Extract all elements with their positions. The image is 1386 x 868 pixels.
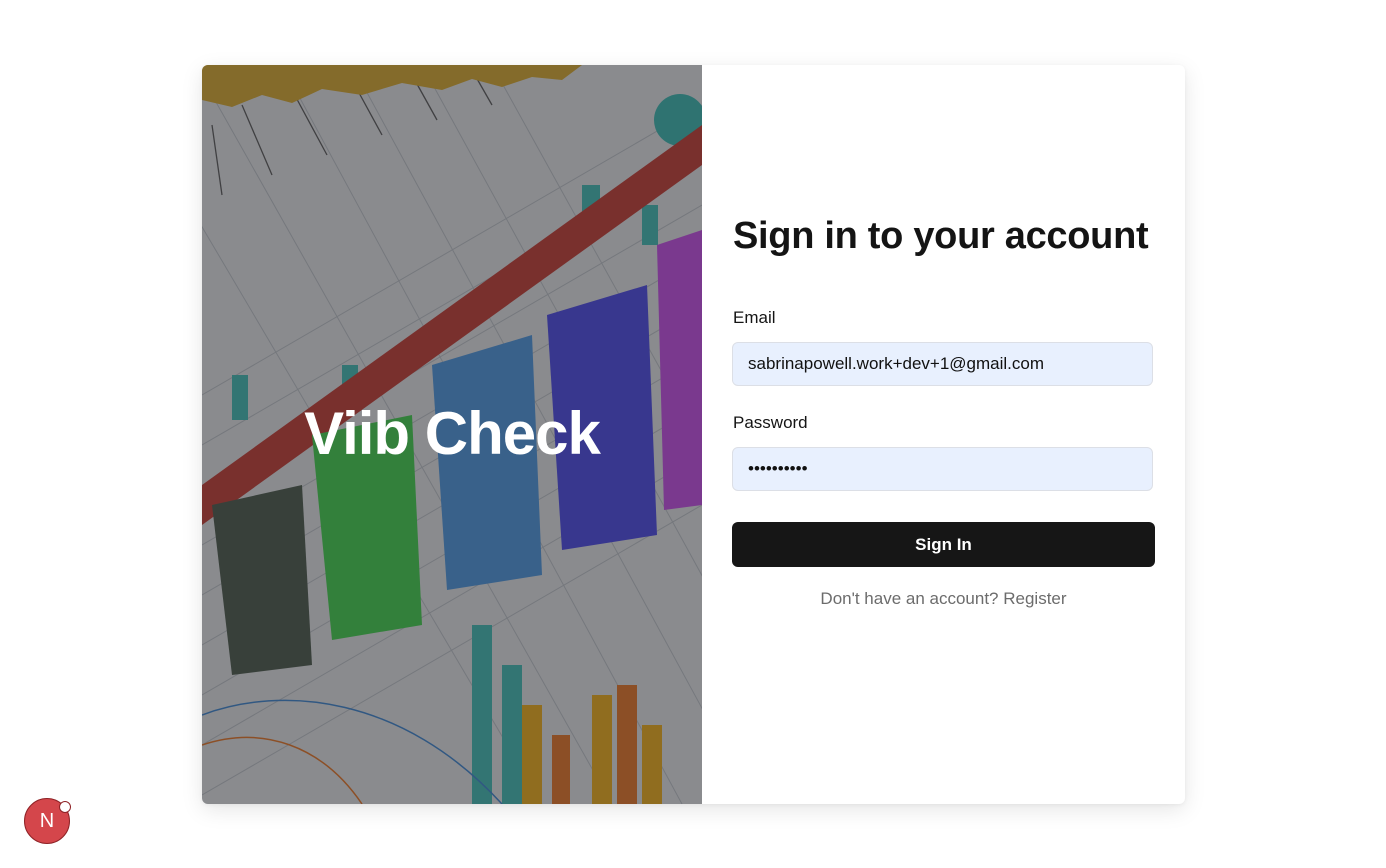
register-prompt-text: Don't have an account? xyxy=(820,589,999,608)
sign-in-form: Sign in to your account Email Password S… xyxy=(702,65,1185,804)
hero-panel: Viib Check xyxy=(202,65,702,804)
register-link[interactable]: Register xyxy=(1003,589,1066,608)
login-card: Viib Check Sign in to your account Email… xyxy=(202,65,1185,804)
register-prompt-row: Don't have an account? Register xyxy=(732,589,1155,609)
sign-in-button[interactable]: Sign In xyxy=(732,522,1155,567)
password-field[interactable] xyxy=(732,447,1153,491)
password-label: Password xyxy=(733,413,808,432)
page-title: Sign in to your account xyxy=(733,215,1149,257)
dev-badge-indicator xyxy=(59,801,71,813)
email-field[interactable] xyxy=(732,342,1153,386)
dev-badge-letter: N xyxy=(39,809,55,832)
email-label: Email xyxy=(733,308,776,327)
brand-title: Viib Check xyxy=(304,400,601,467)
